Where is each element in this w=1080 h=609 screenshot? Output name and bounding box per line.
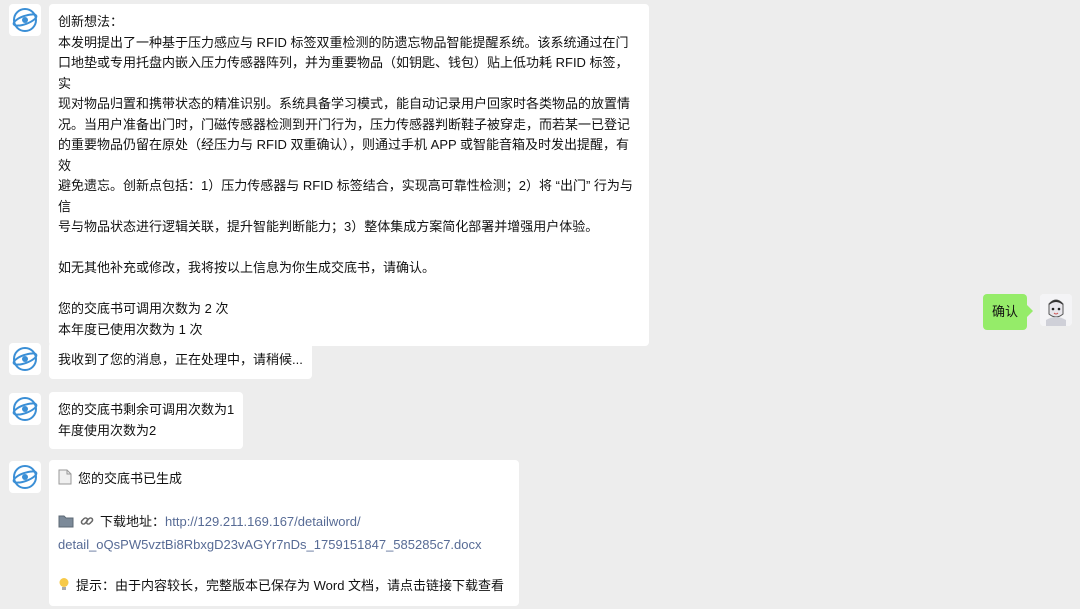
user-message-confirm: 确认	[982, 294, 1034, 330]
idea-line: 本发明提出了一种基于压力感应与 RFID 标签双重检测的防遗忘物品智能提醒系统。…	[58, 34, 629, 50]
download-label: 下载地址：	[100, 514, 166, 529]
download-link[interactable]: http://129.211.169.167/detailword/	[165, 514, 361, 529]
generated-line: 您的交底书已生成	[58, 469, 510, 492]
tip-line: 提示：由于内容较长，完整版本已保存为 Word 文档，请点击链接下载查看	[58, 576, 510, 599]
idea-line: 号与物品状态进行逻辑关联，提升智能判断能力；3）整体集成方案简化部署并增强用户体…	[58, 219, 599, 234]
bot-message-idea: 创新想法： 本发明提出了一种基于压力感应与 RFID 标签双重检测的防遗忘物品智…	[49, 4, 649, 346]
bot-avatar-icon[interactable]	[9, 343, 41, 375]
idea-line: 况。当用户准备出门时，门磁传感器检测到开门行为，压力传感器判断鞋子被穿走，而若某…	[58, 116, 631, 132]
folder-icon	[58, 514, 74, 535]
user-message-text: 确认	[991, 304, 1018, 319]
processing-text: 我收到了您的消息，正在处理中，请稍候...	[58, 352, 303, 367]
bot-avatar-icon[interactable]	[9, 461, 41, 493]
download-line: 下载地址：http://129.211.169.167/detailword/	[58, 512, 510, 535]
idea-line: 现对物品归置和携带状态的精准识别。系统具备学习模式，能自动记录用户回家时各类物品…	[58, 96, 631, 111]
quota-line: 您的交底书剩余可调用次数为1	[58, 402, 235, 417]
bot-avatar-icon[interactable]	[9, 4, 41, 36]
link-icon	[80, 514, 94, 535]
tip-text: 提示：由于内容较长，完整版本已保存为 Word 文档，请点击链接下载查看	[76, 577, 505, 593]
generated-text: 您的交底书已生成	[78, 471, 183, 486]
idea-line: 避免遗忘。创新点包括：1）压力传感器与 RFID 标签结合，实现高可靠性检测；2…	[58, 178, 633, 214]
quota-line: 年度使用次数为2	[58, 422, 157, 438]
lightbulb-icon	[58, 577, 70, 599]
quota-remaining: 您的交底书可调用次数为 2 次	[58, 301, 229, 316]
quota-used: 本年度已使用次数为 1 次	[58, 321, 203, 337]
idea-line: 口地垫或专用托盘内嵌入压力传感器阵列，并为重要物品（如钥匙、钱包）贴上低功耗 R…	[58, 55, 629, 91]
bot-message-result: 您的交底书已生成 下载地址：http://129.211.169.167/det…	[49, 460, 519, 606]
download-link-continued[interactable]: detail_oQsPW5vztBi8RbxgD23vAGYr7nDs_1759…	[58, 537, 482, 552]
bot-message-quota: 您的交底书剩余可调用次数为1 年度使用次数为2	[49, 392, 244, 449]
confirm-prompt: 如无其他补充或修改，我将按以上信息为你生成交底书，请确认。	[58, 260, 436, 275]
idea-line: 创新想法：	[58, 14, 124, 29]
document-icon	[58, 469, 72, 492]
user-avatar-icon[interactable]	[1040, 294, 1072, 326]
idea-line: 的重要物品仍留在原处（经压力与 RFID 双重确认），则通过手机 APP 或智能…	[58, 137, 630, 173]
bot-avatar-icon[interactable]	[9, 393, 41, 425]
bot-message-processing: 我收到了您的消息，正在处理中，请稍候...	[49, 342, 312, 379]
